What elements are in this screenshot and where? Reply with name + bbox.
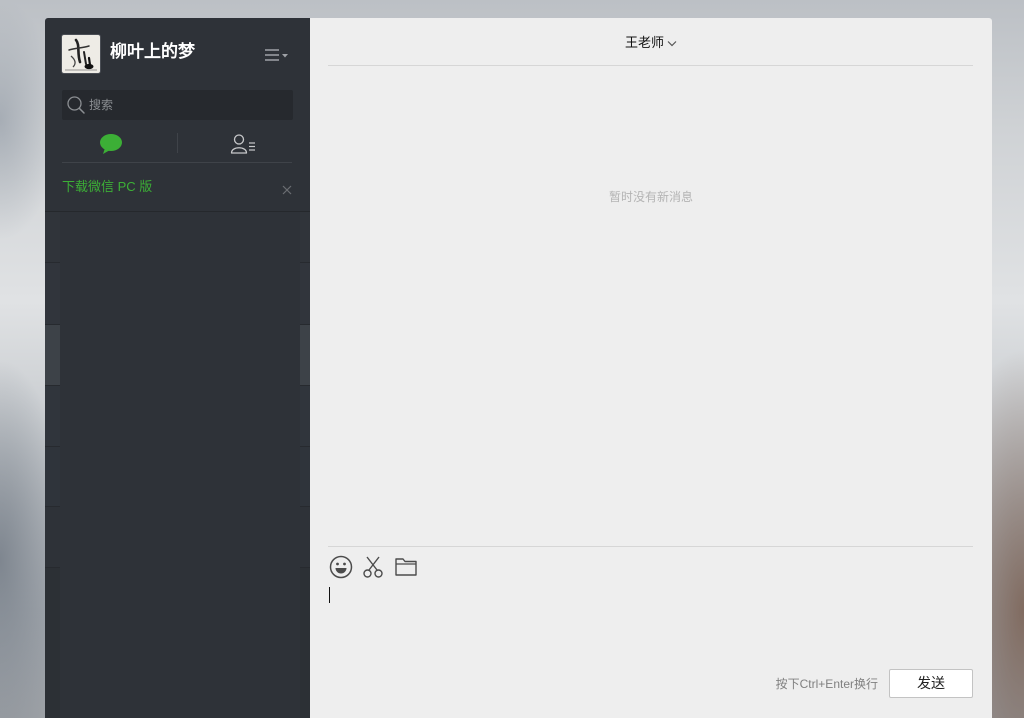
search-input[interactable] [89,90,287,120]
menu-button[interactable] [265,48,289,62]
username: 柳叶上的梦 [110,42,195,61]
chat-panel: 王老师 暂时没有新消息 按下Ctrl+Enter换行 发送 [310,18,992,718]
banner-close-button[interactable] [282,182,292,195]
header-divider [328,65,973,66]
tab-divider-line [62,162,292,163]
text-caret [329,587,330,603]
download-pc-banner[interactable]: 下载微信 PC 版 [62,178,152,196]
avatar-image [62,35,100,73]
sidebar: 柳叶上的梦 下载微信 PC 版 [45,18,310,718]
editor-divider [328,546,973,547]
folder-icon [395,558,417,576]
avatar[interactable] [62,35,100,73]
close-icon [282,185,292,195]
tab-chats[interactable] [62,130,177,160]
send-file-button[interactable] [394,555,418,579]
newline-hint: 按下Ctrl+Enter换行 [775,677,878,691]
chat-list [45,211,310,718]
chat-bubble-icon [100,134,122,154]
scissors-icon [363,556,383,578]
tab-contacts[interactable] [178,130,292,160]
chat-title-label: 王老师 [624,35,664,50]
menu-icon [265,49,288,61]
chat-list-overlay [60,212,300,718]
emoji-button[interactable] [329,555,353,579]
chevron-down-icon [667,41,677,47]
send-button[interactable]: 发送 [889,669,973,698]
emoji-icon [329,555,353,579]
empty-message-text: 暂时没有新消息 [608,190,693,204]
chat-title[interactable]: 王老师 [310,34,992,52]
screenshot-button[interactable] [361,555,385,579]
search-icon [67,96,85,114]
message-input[interactable] [328,583,973,662]
search-box [62,90,293,120]
contacts-icon [230,134,255,154]
